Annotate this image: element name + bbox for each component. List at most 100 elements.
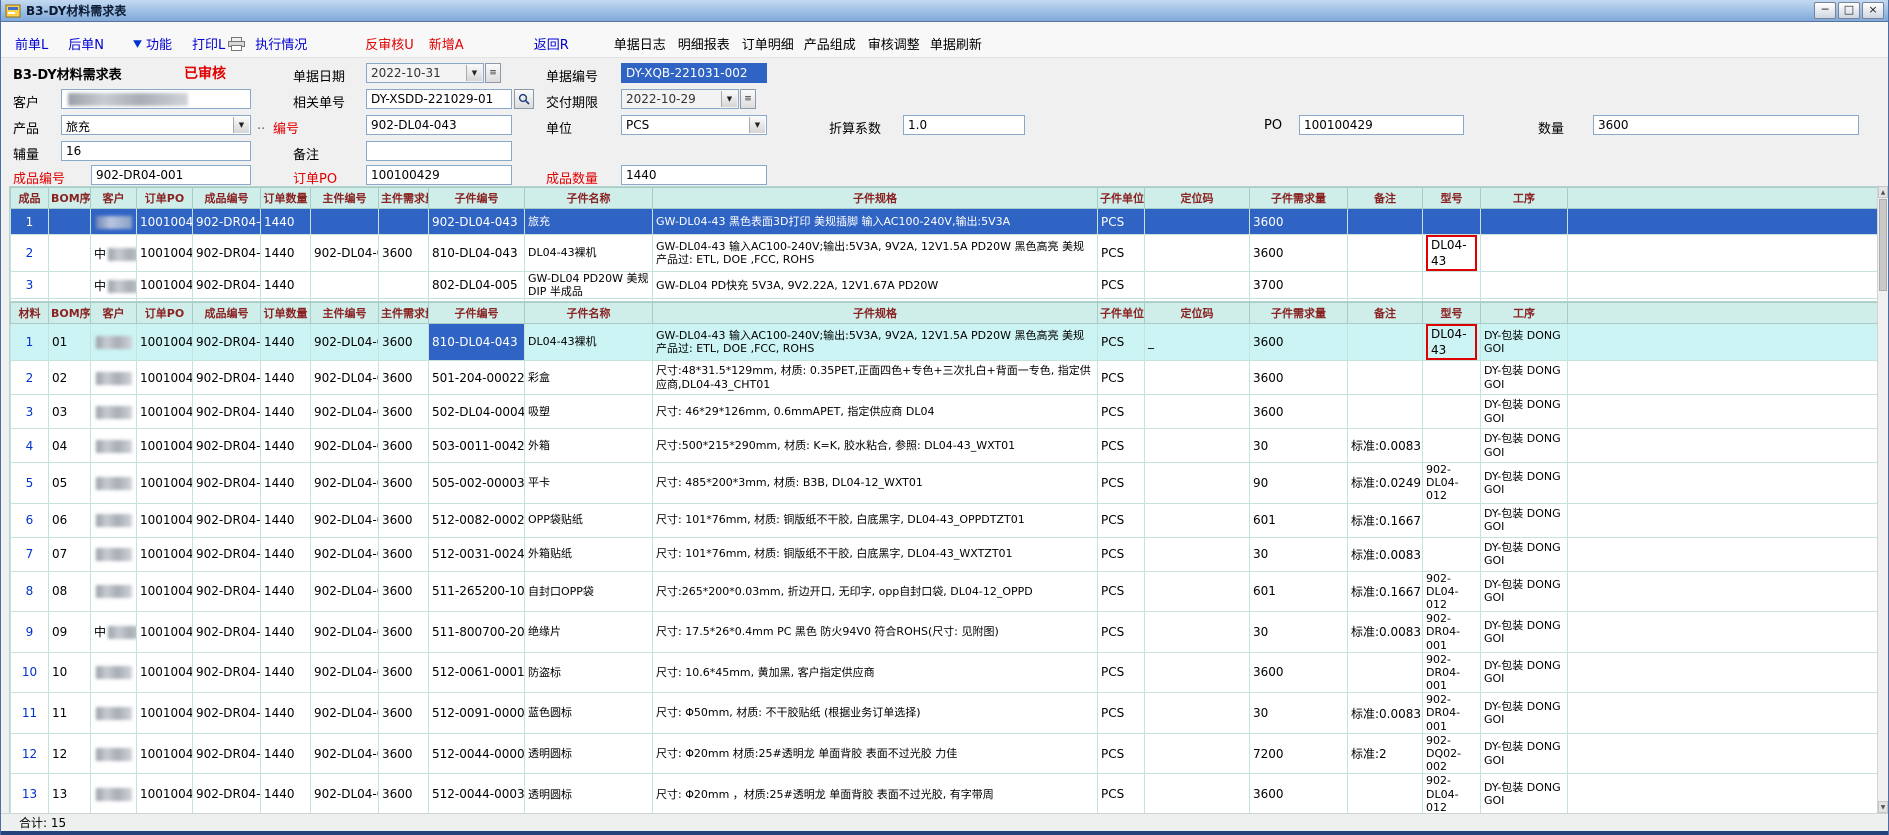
column-header-po[interactable]: 订单PO (137, 303, 193, 324)
cell-po[interactable]: 100100429 (137, 429, 193, 463)
cell-note[interactable] (1348, 361, 1423, 395)
cell-order_qty[interactable]: 1440 (261, 503, 311, 537)
cell-spec[interactable]: 尺寸: 101*76mm, 材质: 铜版纸不干胶, 白底黑字, DL04-43_… (653, 503, 1098, 537)
column-header-main[interactable]: 主件编号 (311, 303, 379, 324)
cell-loc[interactable] (1145, 272, 1250, 299)
cell-req[interactable]: 3600 (1250, 235, 1348, 272)
cell-req[interactable]: 90 (1250, 463, 1348, 504)
cell-po[interactable]: 100100429 (137, 774, 193, 813)
cell-bom[interactable]: 03 (49, 395, 91, 429)
column-header-proc[interactable]: 工序 (1481, 303, 1568, 324)
cell-fg[interactable]: 902-DR04-001 (193, 324, 261, 361)
cell-main[interactable]: 902-DL04-043 (311, 503, 379, 537)
cell-order_qty[interactable]: 1440 (261, 272, 311, 299)
cell-child_name[interactable]: DL04-43裸机 (525, 324, 653, 361)
table-row[interactable]: 404100100429902-DR04-0011440902-DL04-043… (11, 429, 1880, 463)
cell-customer[interactable] (91, 463, 137, 504)
cell-main[interactable]: 902-DL04-043 (311, 235, 379, 272)
cell-fg[interactable]: 902-DR04-001 (193, 537, 261, 571)
cell-unit[interactable]: PCS (1098, 571, 1145, 612)
cell-req[interactable]: 3600 (1250, 774, 1348, 813)
cell-req[interactable]: 601 (1250, 503, 1348, 537)
cell-child_name[interactable]: 吸塑 (525, 395, 653, 429)
column-header-main[interactable]: 主件编号 (311, 188, 379, 209)
doc-no-field[interactable]: DY-XQB-221031-002 (621, 63, 767, 83)
table-row[interactable]: 2中100100429902-DR04-0011440902-DL04-0433… (11, 235, 1880, 272)
doc-date-field[interactable]: 2022-10-31 ▼ (366, 63, 484, 83)
column-header-num[interactable]: 材料 (11, 303, 49, 324)
cell-note[interactable]: 标准:0.0083 (1348, 429, 1423, 463)
cell-num[interactable]: 2 (11, 361, 49, 395)
chevron-down-icon[interactable]: ▼ (721, 91, 737, 107)
scroll-thumb[interactable] (1879, 199, 1887, 291)
cell-model[interactable] (1423, 537, 1481, 571)
cell-child[interactable]: 802-DL04-005 (429, 272, 525, 299)
cell-spec[interactable]: 尺寸:48*31.5*129mm, 材质: 0.35PET,正面四色+专色+三次… (653, 361, 1098, 395)
cell-spec[interactable]: 尺寸: 17.5*26*0.4mm PC 黑色 防火94V0 符合ROHS(尺寸… (653, 612, 1098, 653)
cell-order_qty[interactable]: 1440 (261, 612, 311, 653)
cell-customer[interactable] (91, 429, 137, 463)
cell-num[interactable]: 12 (11, 733, 49, 774)
table-row[interactable]: 1212100100429902-DR04-0011440902-DL04-04… (11, 733, 1880, 774)
cell-proc[interactable]: DY-包装 DONG GOI (1481, 612, 1568, 653)
cell-model[interactable]: DL04-43 (1423, 235, 1481, 272)
cell-main[interactable]: 902-DL04-043 (311, 361, 379, 395)
cell-req[interactable]: 30 (1250, 429, 1348, 463)
chevron-down-icon[interactable]: ▼ (233, 117, 249, 133)
cell-po[interactable]: 100100429 (137, 537, 193, 571)
cell-unit[interactable]: PCS (1098, 395, 1145, 429)
qty-field[interactable]: 3600 (1593, 115, 1859, 135)
cell-order_qty[interactable]: 1440 (261, 571, 311, 612)
cell-bom[interactable] (49, 209, 91, 235)
cell-po[interactable]: 100100429 (137, 652, 193, 693)
cell-num[interactable]: 10 (11, 652, 49, 693)
cell-model[interactable] (1423, 209, 1481, 235)
cell-order_qty[interactable]: 1440 (261, 429, 311, 463)
cell-loc[interactable] (1145, 774, 1250, 813)
cell-child[interactable]: 512-0061-00018 (429, 652, 525, 693)
customer-field[interactable] (61, 89, 251, 109)
cell-child[interactable]: 512-0044-00007 (429, 733, 525, 774)
column-header-model[interactable]: 型号 (1423, 188, 1481, 209)
cell-proc[interactable] (1481, 235, 1568, 272)
cell-fg[interactable]: 902-DR04-001 (193, 774, 261, 813)
cell-fg[interactable]: 902-DR04-001 (193, 733, 261, 774)
cell-model[interactable] (1423, 429, 1481, 463)
column-header-spec[interactable]: 子件规格 (653, 303, 1098, 324)
scroll-track[interactable] (1878, 292, 1888, 801)
cell-main_qty[interactable]: 3600 (379, 324, 429, 361)
lookup-button[interactable] (514, 89, 534, 109)
table-row[interactable]: 1313100100429902-DR04-0011440902-DL04-04… (11, 774, 1880, 813)
cell-po[interactable]: 100100429 (137, 571, 193, 612)
cell-proc[interactable]: DY-包装 DONG GOI (1481, 361, 1568, 395)
cell-note[interactable]: 标准:0.0249 (1348, 463, 1423, 504)
cell-child[interactable]: 512-0082-00027 (429, 503, 525, 537)
execution-status-button[interactable]: 执行情况 (255, 34, 307, 53)
table-row[interactable]: 3中100100429902-DR04-0011440802-DL04-005G… (11, 272, 1880, 299)
table-row[interactable]: 202100100429902-DR04-0011440902-DL04-043… (11, 361, 1880, 395)
cell-child[interactable]: 810-DL04-043 (429, 324, 525, 361)
cell-bom[interactable]: 10 (49, 652, 91, 693)
cell-unit[interactable]: PCS (1098, 235, 1145, 272)
cell-order_qty[interactable]: 1440 (261, 774, 311, 813)
cell-loc[interactable] (1145, 537, 1250, 571)
cell-num[interactable]: 9 (11, 612, 49, 653)
cell-bom[interactable]: 11 (49, 693, 91, 734)
column-header-note[interactable]: 备注 (1348, 188, 1423, 209)
cell-num[interactable]: 7 (11, 537, 49, 571)
cell-proc[interactable] (1481, 272, 1568, 299)
functions-button[interactable]: 功能 (132, 34, 172, 53)
cell-main[interactable]: 902-DL04-043 (311, 537, 379, 571)
cell-fg[interactable]: 902-DR04-001 (193, 693, 261, 734)
cell-child_name[interactable]: 透明圆标 (525, 774, 653, 813)
cell-child_name[interactable]: 自封口OPP袋 (525, 571, 653, 612)
cell-loc[interactable] (1145, 209, 1250, 235)
cell-spec[interactable]: GW-DL04-43 输入AC100-240V;输出:5V3A, 9V2A, 1… (653, 235, 1098, 272)
cell-note[interactable] (1348, 774, 1423, 813)
cell-fg[interactable]: 902-DR04-001 (193, 429, 261, 463)
cell-main[interactable]: 902-DL04-043 (311, 733, 379, 774)
cell-note[interactable]: 标准:0.1667 (1348, 503, 1423, 537)
cell-unit[interactable]: PCS (1098, 361, 1145, 395)
cell-note[interactable] (1348, 395, 1423, 429)
cell-spec[interactable]: 尺寸: Φ50mm, 材质: 不干胶贴纸 (根据业务订单选择) (653, 693, 1098, 734)
